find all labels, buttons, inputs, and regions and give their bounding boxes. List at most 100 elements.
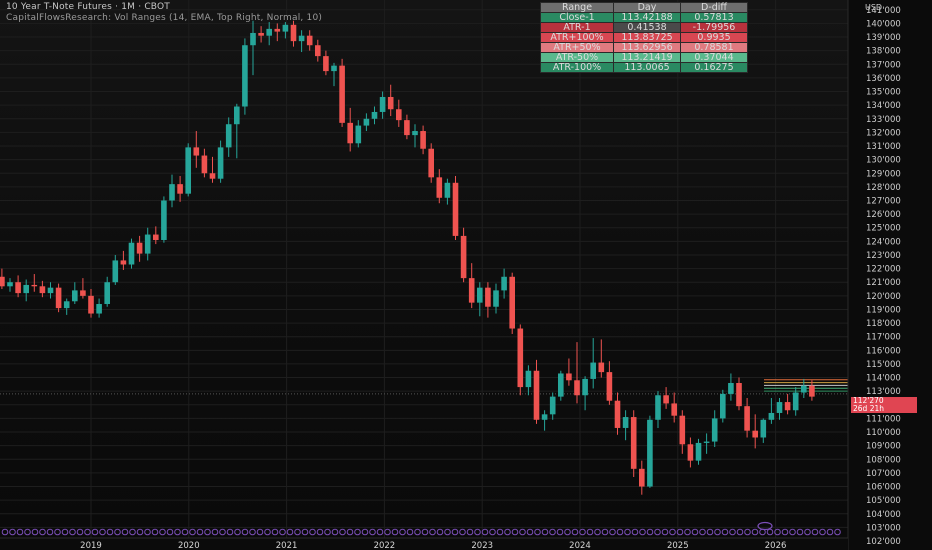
candle-body xyxy=(363,118,370,126)
candle-body xyxy=(801,385,807,393)
candle-body xyxy=(161,200,167,240)
candle-body xyxy=(144,234,151,254)
time-tick-label: 2026 xyxy=(765,541,787,550)
range-table-header-row: Range Day D-diff xyxy=(540,2,748,13)
candle-body xyxy=(323,56,329,72)
economic-event-marker xyxy=(489,528,496,536)
candle-body xyxy=(96,304,102,314)
symbol-title[interactable]: 10 Year T-Note Futures · 1M · CBOT xyxy=(6,2,170,12)
range-table-cell-label: ATR+50% xyxy=(540,42,614,53)
candle-body xyxy=(630,417,637,469)
economic-event-marker xyxy=(684,528,691,536)
time-tick-label: 2023 xyxy=(471,541,493,550)
candle-body xyxy=(0,276,5,287)
economic-event-marker xyxy=(564,528,571,536)
candle-body xyxy=(606,372,613,401)
candle-body xyxy=(703,441,710,443)
candle-body xyxy=(444,182,451,198)
range-table-cell-label: ATR-1 xyxy=(540,22,614,33)
candle-body xyxy=(768,412,775,420)
economic-event-marker xyxy=(796,528,804,536)
candle-body xyxy=(47,287,54,294)
candle-body xyxy=(525,370,532,388)
economic-event-marker xyxy=(354,528,361,536)
candle-body xyxy=(776,402,783,413)
candle-body xyxy=(639,468,645,487)
economic-event-marker xyxy=(136,528,144,536)
range-table-row: ATR+50% 113.62956 0.78581 xyxy=(540,42,748,53)
economic-event-marker xyxy=(819,528,826,536)
price-tick-label: 116'000 xyxy=(866,346,901,356)
economic-event-marker xyxy=(646,528,654,536)
economic-event-marker xyxy=(151,528,159,536)
candle-body xyxy=(23,284,29,294)
candle-body xyxy=(185,147,191,194)
economic-event-marker xyxy=(669,528,676,536)
range-table-cell-diff: 0.57813 xyxy=(680,12,748,23)
candle-body xyxy=(387,96,394,110)
price-tick-label: 123'000 xyxy=(866,251,901,261)
economic-event-marker xyxy=(601,528,609,536)
price-tick-label: 126'000 xyxy=(866,210,901,220)
range-table-row: ATR-100% 113.0065 0.16275 xyxy=(540,62,748,73)
candle-body xyxy=(347,122,353,144)
event-markers xyxy=(1,521,841,536)
candle-body xyxy=(404,120,410,136)
economic-event-marker xyxy=(766,528,774,536)
economic-event-marker xyxy=(144,528,151,536)
economic-event-marker xyxy=(594,528,601,536)
economic-event-marker xyxy=(324,528,331,536)
grid-lines xyxy=(0,0,848,542)
price-tick-label: 108'000 xyxy=(866,455,901,465)
price-tick-label: 122'000 xyxy=(866,265,901,275)
candlestick-chart[interactable]: 141'000140'000139'000138'000137'000136'0… xyxy=(0,0,932,550)
economic-event-marker xyxy=(129,528,136,536)
candle-body xyxy=(452,182,459,236)
indicator-label[interactable]: CapitalFlowsResearch: Vol Ranges (14, EM… xyxy=(6,13,322,23)
candle-body xyxy=(31,284,38,287)
economic-event-marker xyxy=(54,528,61,536)
candle-body xyxy=(420,131,426,149)
economic-event-marker xyxy=(406,528,414,536)
candle-body xyxy=(485,287,491,307)
economic-event-marker xyxy=(91,528,99,536)
candle-body xyxy=(614,400,621,428)
economic-event-marker xyxy=(114,528,121,536)
countdown-tag: 26d 21h xyxy=(851,405,917,413)
economic-event-marker xyxy=(39,528,46,536)
price-tick-label: 110'000 xyxy=(866,428,901,438)
economic-event-marker xyxy=(346,528,354,536)
economic-event-marker xyxy=(429,528,436,536)
economic-event-marker xyxy=(826,528,834,536)
candle-body xyxy=(468,278,475,303)
candle-body xyxy=(493,290,499,307)
candle-body xyxy=(234,106,240,125)
economic-event-marker xyxy=(444,528,451,536)
candle-body xyxy=(282,24,289,32)
candle-body xyxy=(120,260,127,265)
candle-body xyxy=(428,148,434,178)
economic-event-marker xyxy=(571,528,579,536)
time-tick-label: 2022 xyxy=(374,541,396,550)
price-tick-label: 120'000 xyxy=(866,292,901,302)
candle-body xyxy=(128,242,135,265)
economic-event-marker xyxy=(376,528,384,536)
candle-body xyxy=(549,396,556,415)
economic-event-marker xyxy=(121,528,129,536)
economic-event-marker xyxy=(69,528,76,536)
price-tick-label: 130'000 xyxy=(866,156,901,166)
candle-body xyxy=(784,402,791,411)
economic-event-marker xyxy=(504,528,511,536)
economic-event-marker xyxy=(264,528,271,536)
range-table-row: ATR+100% 113.83725 0.9935 xyxy=(540,32,748,43)
candle-body xyxy=(379,96,386,112)
candle-body xyxy=(177,184,183,194)
price-tick-label: 135'000 xyxy=(866,88,901,98)
currency-label[interactable]: USD xyxy=(865,3,882,12)
candle-body xyxy=(298,35,305,42)
range-table-cell-day: 113.21419 xyxy=(613,52,681,63)
economic-event-marker xyxy=(46,528,54,536)
price-tick-label: 119'000 xyxy=(866,305,901,315)
economic-event-marker xyxy=(241,528,249,536)
upcoming-event-marker xyxy=(757,521,773,531)
